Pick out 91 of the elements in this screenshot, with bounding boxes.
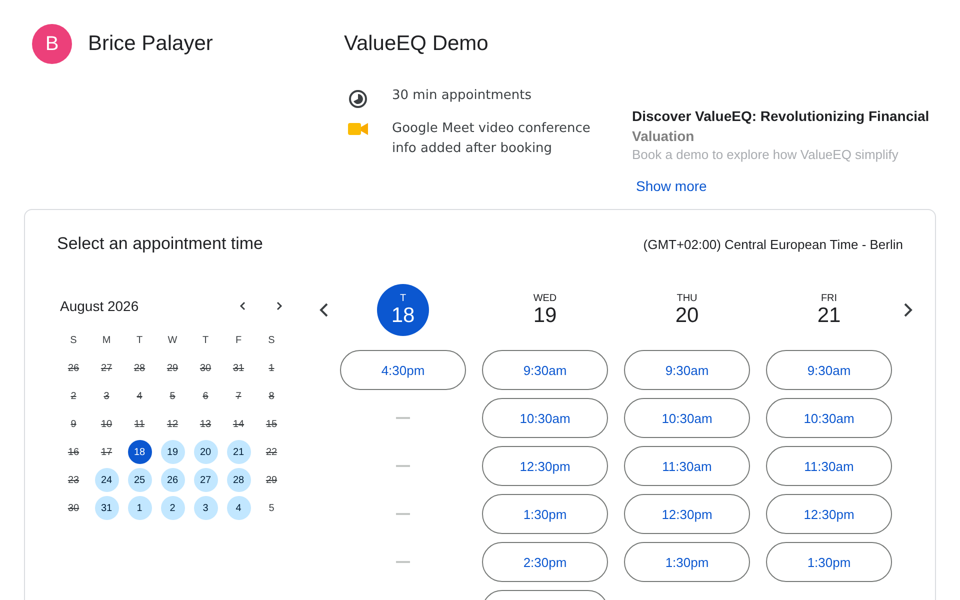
time-slot-button[interactable]: 9:30am xyxy=(482,350,608,390)
time-slot-button[interactable]: 2:30pm xyxy=(482,542,608,582)
event-title: ValueEQ Demo xyxy=(344,31,490,57)
calendar-day: 15 xyxy=(260,412,284,436)
weekday-label: S xyxy=(267,334,276,348)
calendar-day[interactable]: 4 xyxy=(226,496,250,520)
calendar-day: 22 xyxy=(260,440,284,464)
show-more-button[interactable]: Show more xyxy=(632,170,711,202)
weekday-label: F xyxy=(234,334,243,348)
calendar-day[interactable]: 26 xyxy=(160,468,184,492)
time-slot-button[interactable]: 9:30am xyxy=(766,350,892,390)
day-header[interactable]: T 18 xyxy=(377,284,429,336)
calendar-day[interactable]: 3 xyxy=(194,496,218,520)
time-slot-button[interactable]: 11:30am xyxy=(766,446,892,486)
calendar-day: 7 xyxy=(226,384,250,408)
calendar-day: 31 xyxy=(226,356,250,380)
time-slot-button[interactable]: 10:30am xyxy=(482,398,608,438)
month-label: August 2026 xyxy=(60,298,139,314)
host-name: Brice Palayer xyxy=(88,32,213,56)
duration-text: 30 min appointments xyxy=(392,87,532,105)
calendar-day[interactable]: 19 xyxy=(160,440,184,464)
time-slot-button[interactable]: 1:30pm xyxy=(766,542,892,582)
calendar-day: 29 xyxy=(160,356,184,380)
calendar-day: 14 xyxy=(226,412,250,436)
chevron-left-icon xyxy=(238,301,248,311)
calendar-day: 26 xyxy=(62,356,86,380)
calendar-day[interactable]: 20 xyxy=(194,440,218,464)
calendar-day: 1 xyxy=(260,356,284,380)
weekday-label: S xyxy=(69,334,78,348)
calendar-day: 5 xyxy=(260,496,284,520)
no-slot-dash xyxy=(396,513,410,515)
no-slot-dash xyxy=(396,417,410,419)
time-slot-button[interactable]: 1:30pm xyxy=(624,542,750,582)
calendar-day: 5 xyxy=(160,384,184,408)
weekday-label: T xyxy=(201,334,210,348)
calendar-day: 17 xyxy=(94,440,118,464)
calendar-day: 16 xyxy=(62,440,86,464)
weekday-label: W xyxy=(166,334,178,348)
calendar-day: 6 xyxy=(194,384,218,408)
time-slot-button[interactable]: 1:30pm xyxy=(482,494,608,534)
avatar: B xyxy=(32,24,72,64)
description-title: Discover ValueEQ: Revolutionizing Financial xyxy=(632,107,930,126)
time-slot-button[interactable]: 12:30pm xyxy=(482,446,608,486)
day-header[interactable]: THU 20 xyxy=(661,284,713,336)
time-slot-button[interactable]: 12:30pm xyxy=(766,494,892,534)
calendar-day: 23 xyxy=(62,468,86,492)
calendar-day: 13 xyxy=(194,412,218,436)
calendar-day[interactable]: 2 xyxy=(160,496,184,520)
calendar-day: 8 xyxy=(260,384,284,408)
calendar-day[interactable]: 31 xyxy=(94,496,118,520)
day-header[interactable]: WED 19 xyxy=(519,284,571,336)
calendar-day: 12 xyxy=(160,412,184,436)
no-slot-dash xyxy=(396,465,410,467)
calendar-day: 10 xyxy=(94,412,118,436)
time-slot-button[interactable]: 4:30pm xyxy=(340,350,466,390)
calendar-day: 30 xyxy=(194,356,218,380)
calendar-day[interactable]: 25 xyxy=(128,468,152,492)
time-slot-button[interactable]: 10:30am xyxy=(624,398,750,438)
chevron-right-icon xyxy=(274,301,284,311)
timezone-label[interactable]: (GMT+02:00) Central European Time - Berlin xyxy=(643,236,903,252)
calendar-day: 11 xyxy=(128,412,152,436)
calendar-day: 29 xyxy=(260,468,284,492)
weekday-label: M xyxy=(101,334,112,348)
time-slot-button[interactable]: 12:30pm xyxy=(624,494,750,534)
calendar-day: 9 xyxy=(62,412,86,436)
calendar-day: 28 xyxy=(128,356,152,380)
time-slot-button[interactable]: 9:30am xyxy=(624,350,750,390)
calendar-day[interactable]: 27 xyxy=(194,468,218,492)
calendar-day[interactable]: 28 xyxy=(226,468,250,492)
calendar-day: 4 xyxy=(128,384,152,408)
video-camera-icon xyxy=(348,122,368,136)
chevron-right-icon xyxy=(902,302,914,318)
weekday-label: T xyxy=(135,334,144,348)
clock-icon xyxy=(348,89,368,109)
description-subtitle: Valuation xyxy=(632,127,696,146)
chevron-left-icon xyxy=(318,302,330,318)
description-excerpt: Book a demo to explore how ValueEQ simplify xyxy=(632,146,898,164)
calendar-day: 3 xyxy=(94,384,118,408)
time-slot-button[interactable]: 11:30am xyxy=(624,446,750,486)
calendar-day: 30 xyxy=(62,496,86,520)
calendar-day[interactable]: 1 xyxy=(128,496,152,520)
time-slot-button[interactable]: 10:30am xyxy=(766,398,892,438)
calendar-day[interactable]: 21 xyxy=(226,440,250,464)
no-slot-dash xyxy=(396,561,410,563)
day-header[interactable]: FRI 21 xyxy=(803,284,855,336)
calendar-day: 27 xyxy=(94,356,118,380)
booking-title: Select an appointment time xyxy=(57,234,264,254)
calendar-day: 2 xyxy=(62,384,86,408)
conference-text: Google Meet video conference info added after booking xyxy=(392,120,592,158)
calendar-day[interactable]: 18 xyxy=(128,440,152,464)
calendar-day[interactable]: 24 xyxy=(94,468,118,492)
